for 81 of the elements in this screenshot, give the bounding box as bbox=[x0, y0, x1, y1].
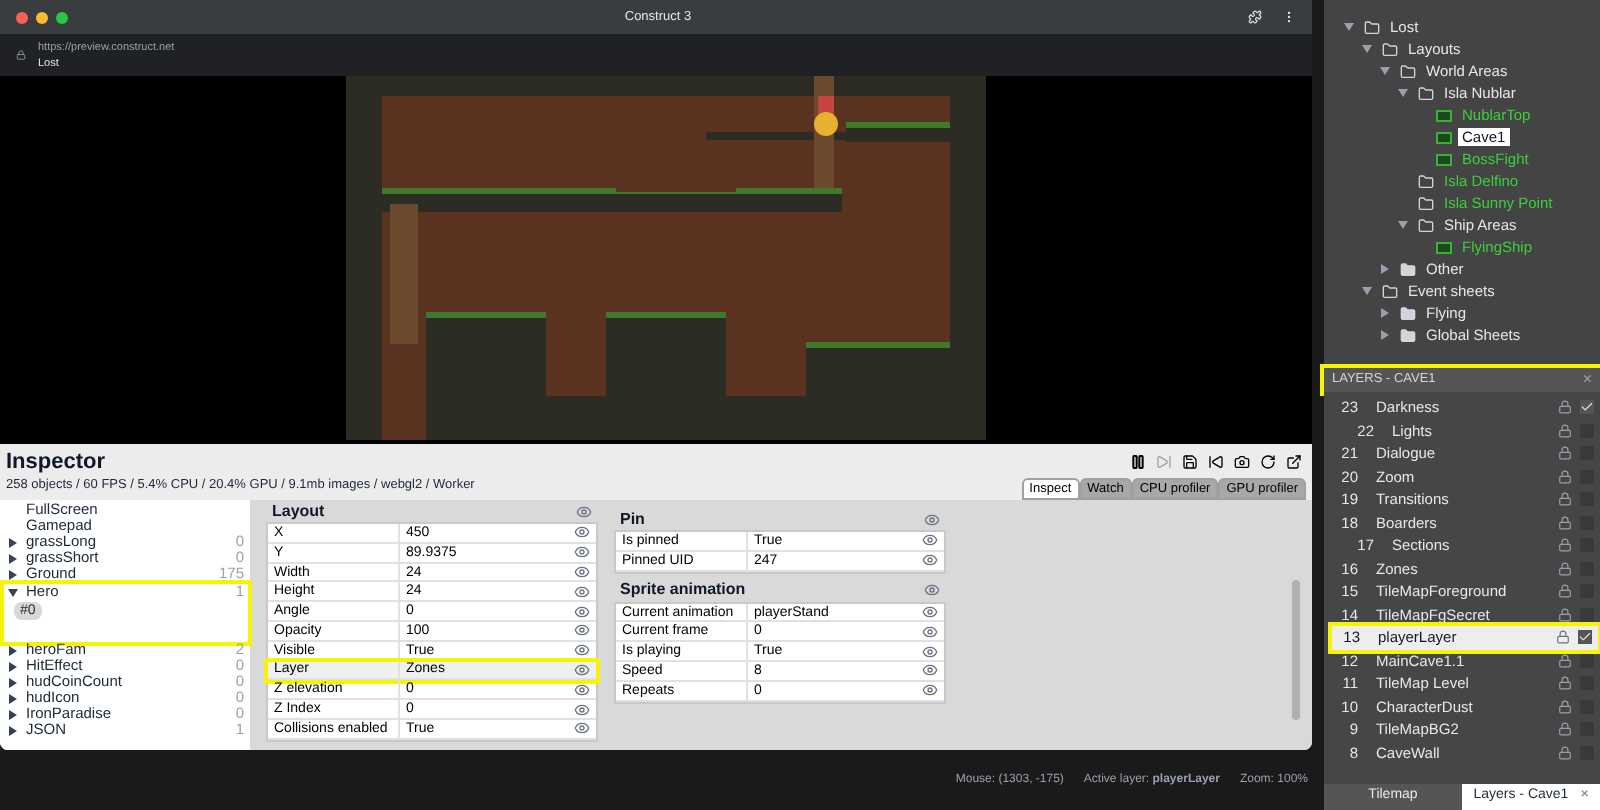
lock-icon[interactable] bbox=[1558, 423, 1572, 438]
eye-icon[interactable] bbox=[922, 603, 938, 620]
lock-icon[interactable] bbox=[1558, 745, 1572, 760]
eye-icon[interactable] bbox=[574, 720, 590, 737]
folder-icon bbox=[1400, 63, 1416, 79]
eye-icon[interactable] bbox=[574, 701, 590, 718]
external-link-icon[interactable] bbox=[1286, 454, 1302, 470]
inspector-title: Inspector bbox=[6, 448, 108, 476]
lock-icon[interactable] bbox=[1558, 607, 1572, 622]
eye-icon[interactable] bbox=[574, 524, 590, 541]
folder-icon bbox=[1400, 261, 1416, 277]
lock-icon[interactable] bbox=[1558, 469, 1572, 484]
lock-icon[interactable] bbox=[1558, 446, 1572, 461]
lock-icon[interactable] bbox=[1558, 676, 1572, 691]
collapsed-arrow-icon[interactable] bbox=[8, 693, 18, 703]
folder-icon bbox=[1382, 283, 1398, 299]
eye-icon[interactable] bbox=[922, 662, 938, 679]
folder-icon bbox=[1418, 173, 1434, 189]
collapsed-arrow-icon[interactable] bbox=[8, 553, 18, 563]
section-title: Sprite animation bbox=[620, 578, 746, 603]
menu-icon[interactable] bbox=[1282, 10, 1296, 24]
maximize-button[interactable] bbox=[56, 11, 68, 23]
eye-icon[interactable] bbox=[574, 603, 590, 620]
expanded-arrow-icon[interactable] bbox=[8, 587, 18, 597]
lock-icon[interactable] bbox=[1558, 561, 1572, 576]
eye-icon[interactable] bbox=[922, 682, 938, 699]
eye-icon[interactable] bbox=[574, 583, 590, 600]
collapsed-arrow-icon[interactable] bbox=[8, 725, 18, 735]
eye-icon[interactable] bbox=[924, 582, 940, 599]
eye-icon[interactable] bbox=[922, 552, 938, 569]
collapsed-arrow-icon[interactable] bbox=[8, 645, 18, 655]
pause-icon[interactable] bbox=[1130, 454, 1146, 470]
lock-icon[interactable] bbox=[1558, 653, 1572, 668]
skip-back-icon[interactable] bbox=[1208, 454, 1224, 470]
eye-icon[interactable] bbox=[574, 642, 590, 659]
section-title: Pin bbox=[620, 507, 645, 531]
collapsed-arrow-icon[interactable] bbox=[8, 709, 18, 719]
collapsed-arrow-icon[interactable] bbox=[8, 677, 18, 687]
lock-icon[interactable] bbox=[1558, 584, 1572, 599]
minimize-button[interactable] bbox=[36, 11, 48, 23]
lock-icon[interactable] bbox=[1558, 722, 1572, 737]
close-button[interactable] bbox=[16, 11, 28, 23]
collapsed-arrow-icon[interactable] bbox=[8, 569, 18, 579]
eye-icon[interactable] bbox=[574, 544, 590, 561]
folder-icon bbox=[1418, 217, 1434, 233]
section-title: Layout bbox=[272, 499, 325, 523]
lock-icon[interactable] bbox=[1558, 699, 1572, 714]
eye-icon[interactable] bbox=[922, 623, 938, 640]
scrollbar[interactable] bbox=[1292, 580, 1300, 720]
eye-icon[interactable] bbox=[924, 511, 940, 527]
eye-icon[interactable] bbox=[922, 532, 938, 549]
layout-icon bbox=[1436, 241, 1452, 253]
reload-icon[interactable] bbox=[1260, 454, 1276, 470]
lock-icon[interactable] bbox=[1558, 515, 1572, 530]
folder-icon bbox=[1400, 327, 1416, 343]
puzzle-icon[interactable] bbox=[1248, 10, 1262, 24]
folder-icon bbox=[1382, 41, 1398, 57]
camera-icon[interactable] bbox=[1234, 454, 1250, 470]
folder-icon bbox=[1418, 85, 1434, 101]
visibility-checkbox[interactable] bbox=[1580, 607, 1594, 622]
folder-icon bbox=[1418, 195, 1434, 211]
lock-icon[interactable] bbox=[1558, 538, 1572, 553]
eye-icon[interactable] bbox=[574, 661, 590, 678]
visibility-checkbox[interactable] bbox=[1578, 630, 1592, 645]
eye-icon[interactable] bbox=[922, 643, 938, 660]
collapsed-arrow-icon[interactable] bbox=[8, 537, 18, 547]
step-icon[interactable] bbox=[1156, 454, 1172, 470]
visibility-checkbox[interactable] bbox=[1580, 653, 1594, 668]
lock-icon bbox=[16, 50, 26, 60]
save-icon[interactable] bbox=[1182, 454, 1198, 470]
folder-icon bbox=[1400, 305, 1416, 321]
lock-icon[interactable] bbox=[1558, 400, 1572, 415]
eye-icon[interactable] bbox=[574, 622, 590, 639]
lock-icon[interactable] bbox=[1558, 492, 1572, 507]
eye-icon[interactable] bbox=[576, 503, 592, 519]
lock-icon[interactable] bbox=[1556, 630, 1570, 645]
eye-icon[interactable] bbox=[574, 681, 590, 698]
folder-icon bbox=[1364, 19, 1380, 35]
collapsed-arrow-icon[interactable] bbox=[8, 661, 18, 671]
visibility-checkbox[interactable] bbox=[1580, 400, 1594, 415]
eye-icon[interactable] bbox=[574, 563, 590, 580]
